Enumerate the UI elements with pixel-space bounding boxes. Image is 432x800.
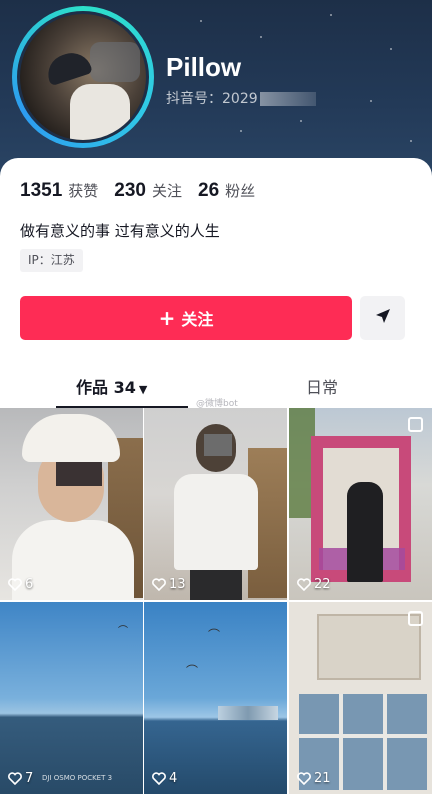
- douyin-id-label: 抖音号：: [166, 91, 222, 107]
- stat-likes-value: 1351: [20, 180, 63, 201]
- heart-icon: [297, 578, 311, 591]
- like-count: 6: [8, 577, 33, 592]
- multi-image-icon: [408, 611, 423, 626]
- id-blur-mask: [259, 92, 316, 106]
- douyin-id-value: 2029: [222, 91, 258, 107]
- stat-following[interactable]: 230 关注: [114, 180, 182, 202]
- stat-followers[interactable]: 26 粉丝: [198, 180, 255, 202]
- seagull-icon: ⌒: [186, 664, 199, 678]
- like-count-value: 7: [25, 771, 34, 786]
- heart-icon: [297, 772, 311, 785]
- video-tile[interactable]: 21: [289, 602, 432, 794]
- like-count: 4: [152, 771, 177, 786]
- plus-icon: +: [158, 306, 176, 330]
- stat-following-label: 关注: [152, 182, 183, 200]
- like-count: 7: [8, 771, 33, 786]
- seagull-icon: ⌒: [208, 628, 221, 642]
- video-tile[interactable]: 13: [144, 408, 287, 600]
- tab-daily[interactable]: 日常: [306, 374, 338, 398]
- follow-button[interactable]: + 关注: [20, 296, 352, 340]
- tab-works-label: 作品 34: [76, 378, 136, 397]
- follow-button-label: 关注: [181, 310, 214, 329]
- video-tile[interactable]: 22: [289, 408, 432, 600]
- heart-icon: [8, 578, 22, 591]
- seagull-icon: ⌒: [118, 626, 128, 637]
- video-tile[interactable]: ⌒ ⌒ 4: [144, 602, 287, 794]
- like-count-value: 22: [314, 577, 331, 592]
- avatar-image: [17, 11, 149, 143]
- stat-following-value: 230: [114, 180, 146, 201]
- like-count-value: 13: [169, 577, 186, 592]
- stat-followers-value: 26: [198, 180, 220, 201]
- avatar[interactable]: [12, 6, 154, 148]
- stat-followers-label: 粉丝: [225, 182, 256, 200]
- nickname: Pillow: [166, 52, 242, 82]
- heart-icon: [152, 578, 166, 591]
- send-icon: [374, 307, 392, 329]
- like-count-value: 6: [25, 577, 34, 592]
- camera-watermark: DJI OSMO POCKET 3: [42, 774, 113, 782]
- stat-likes-label: 获赞: [68, 182, 99, 200]
- chevron-down-icon: ▼: [138, 383, 148, 396]
- bio: 做有意义的事 过有意义的人生: [20, 222, 220, 240]
- like-count: 13: [152, 577, 186, 592]
- like-count: 22: [297, 577, 331, 592]
- heart-icon: [152, 772, 166, 785]
- heart-icon: [8, 772, 22, 785]
- tab-works[interactable]: 作品 34 ▼: [76, 374, 147, 398]
- stats-row: 1351 获赞 230 关注 26 粉丝: [20, 180, 271, 202]
- ip-location-tag: IP：江苏: [20, 249, 83, 272]
- douyin-id: 抖音号：2029: [166, 88, 316, 108]
- like-count-value: 4: [169, 771, 178, 786]
- stat-likes[interactable]: 1351 获赞: [20, 180, 98, 202]
- like-count-value: 21: [314, 771, 331, 786]
- like-count: 21: [297, 771, 331, 786]
- share-button[interactable]: [360, 296, 405, 340]
- video-tile[interactable]: 6: [0, 408, 143, 600]
- multi-image-icon: [408, 417, 423, 432]
- video-tile[interactable]: ⌒ DJI OSMO POCKET 3 7: [0, 602, 143, 794]
